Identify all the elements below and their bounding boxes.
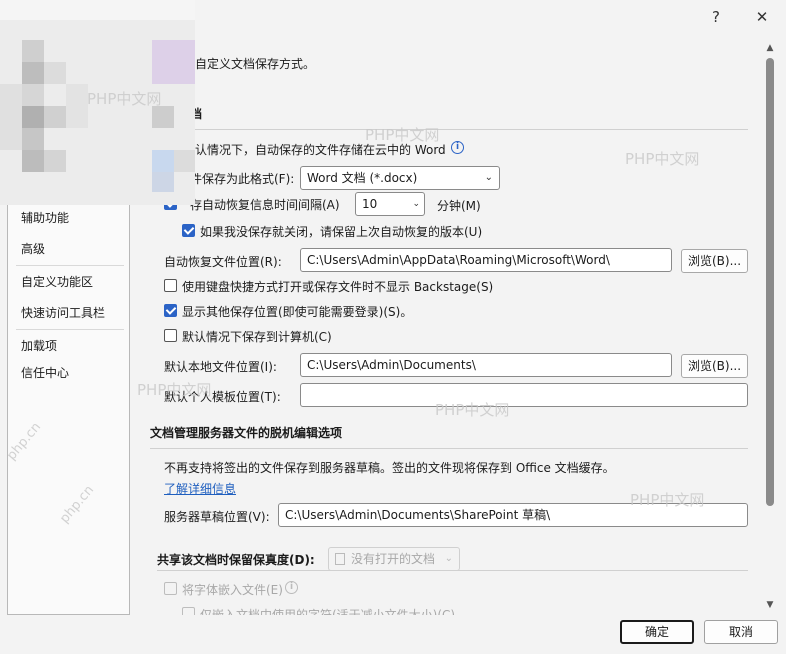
scroll-down-icon[interactable]: ▼ — [764, 600, 776, 610]
sidebar-item-trust-center[interactable]: 信任中心 — [21, 364, 69, 381]
info-icon[interactable]: i — [285, 581, 298, 594]
save-to-computer-label: 默认情况下保存到计算机(C) — [182, 330, 332, 344]
learn-more-link[interactable]: 了解详细信息 — [164, 480, 236, 497]
autorecover-location-label: 自动恢复文件位置(R): — [164, 255, 282, 269]
spinner-icon[interactable]: ⌃ ⌄ — [412, 193, 420, 209]
fidelity-section-title: 共享该文档时保留保真度(D): — [157, 553, 315, 567]
browse-local-button[interactable]: 浏览(B)... — [681, 354, 748, 378]
save-options-panel: 自定义文档保存方式。 档 认情况下，自动保存的文件存储在云中的 Word i 件… — [135, 40, 761, 615]
minutes-label: 分钟(M) — [437, 199, 481, 213]
sidebar-divider — [16, 265, 124, 266]
save-to-computer-checkbox[interactable] — [164, 329, 177, 342]
sidebar-item-quick-access-toolbar[interactable]: 快速访问工具栏 — [21, 304, 105, 321]
chevron-down-icon: ⌄ — [444, 553, 453, 564]
keep-last-version-label: 如果我没保存就关闭，请保留上次自动恢复的版本(U) — [200, 225, 483, 239]
local-location-label: 默认本地文件位置(I): — [164, 360, 277, 374]
chevron-down-icon: ⌄ — [484, 172, 493, 183]
show-other-locations-checkbox[interactable] — [164, 304, 177, 317]
watermark-text: PHP中文网 — [625, 150, 700, 168]
section-divider — [150, 129, 748, 130]
local-location-input[interactable]: C:\Users\Admin\Documents\ — [300, 353, 672, 377]
format-dropdown[interactable]: Word 文档 (*.docx) ⌄ — [300, 166, 500, 190]
watermark-text: PHP中文网 — [137, 381, 212, 399]
scroll-up-icon[interactable]: ▲ — [764, 43, 776, 53]
autorecover-location-input[interactable]: C:\Users\Admin\AppData\Roaming\Microsoft… — [300, 248, 672, 272]
info-icon[interactable]: i — [451, 141, 464, 154]
help-icon[interactable]: ? — [702, 6, 730, 28]
sidebar-divider — [16, 329, 124, 330]
template-location-input[interactable] — [300, 383, 748, 407]
watermark-text: PHP中文网 — [365, 126, 440, 144]
browse-autorecover-button[interactable]: 浏览(B)... — [681, 249, 748, 273]
show-other-locations-label: 显示其他保存位置(即使可能需要登录)(S)。 — [182, 305, 413, 319]
offline-section-title: 文档管理服务器文件的脱机编辑选项 — [150, 426, 343, 440]
keep-last-version-checkbox[interactable] — [182, 224, 195, 237]
watermark-text: PHP中文网 — [87, 90, 162, 108]
cancel-button[interactable]: 取消 — [704, 620, 778, 644]
embed-used-chars-checkbox[interactable] — [182, 607, 195, 615]
format-label: 件保存为此格式(F): — [190, 172, 295, 186]
watermark-text: PHP中文网 — [435, 401, 510, 419]
word-options-dialog: ? ✕ 辅助功能 高级 自定义功能区 快速访问工具栏 加载项 信任中心 自定义文… — [0, 0, 786, 654]
watermark-text: PHP中文网 — [630, 491, 705, 509]
drafts-location-label: 服务器草稿位置(V): — [164, 510, 270, 524]
autorecover-minutes-input[interactable]: 10 ⌃ ⌄ — [355, 192, 425, 216]
embed-fonts-label: 将字体嵌入文件(E) — [182, 583, 283, 597]
ok-button[interactable]: 确定 — [620, 620, 694, 644]
offline-text: 不再支持将签出的文件保存到服务器草稿。签出的文件现将保存到 Office 文档缓… — [164, 461, 615, 475]
sidebar-item-accessibility[interactable]: 辅助功能 — [21, 209, 69, 226]
scrollbar-thumb[interactable] — [766, 58, 774, 506]
sidebar-item-addins[interactable]: 加载项 — [21, 337, 57, 354]
sidebar-item-customize-ribbon[interactable]: 自定义功能区 — [21, 273, 93, 290]
format-value: Word 文档 (*.docx) — [307, 171, 418, 185]
embed-fonts-checkbox[interactable] — [164, 582, 177, 595]
embed-used-chars-label: 仅嵌入文档中使用的字符(适于减小文件大小)(C) — [200, 608, 456, 615]
close-icon[interactable]: ✕ — [748, 6, 776, 28]
autorecover-label: 存自动恢复信息时间间隔(A) — [190, 198, 340, 212]
no-backstage-label: 使用键盘快捷方式打开或保存文件时不显示 Backstage(S) — [182, 280, 494, 294]
intro-text: 自定义文档保存方式。 — [195, 57, 316, 71]
sidebar-item-advanced[interactable]: 高级 — [21, 240, 45, 257]
vertical-scrollbar[interactable]: ▲ ▼ — [763, 40, 777, 615]
fidelity-document-dropdown[interactable]: 没有打开的文档 ⌄ — [328, 547, 460, 571]
no-backstage-checkbox[interactable] — [164, 279, 177, 292]
document-icon — [335, 553, 345, 565]
section-divider — [150, 448, 748, 449]
section-divider — [157, 570, 748, 571]
fidelity-value: 没有打开的文档 — [351, 552, 436, 566]
